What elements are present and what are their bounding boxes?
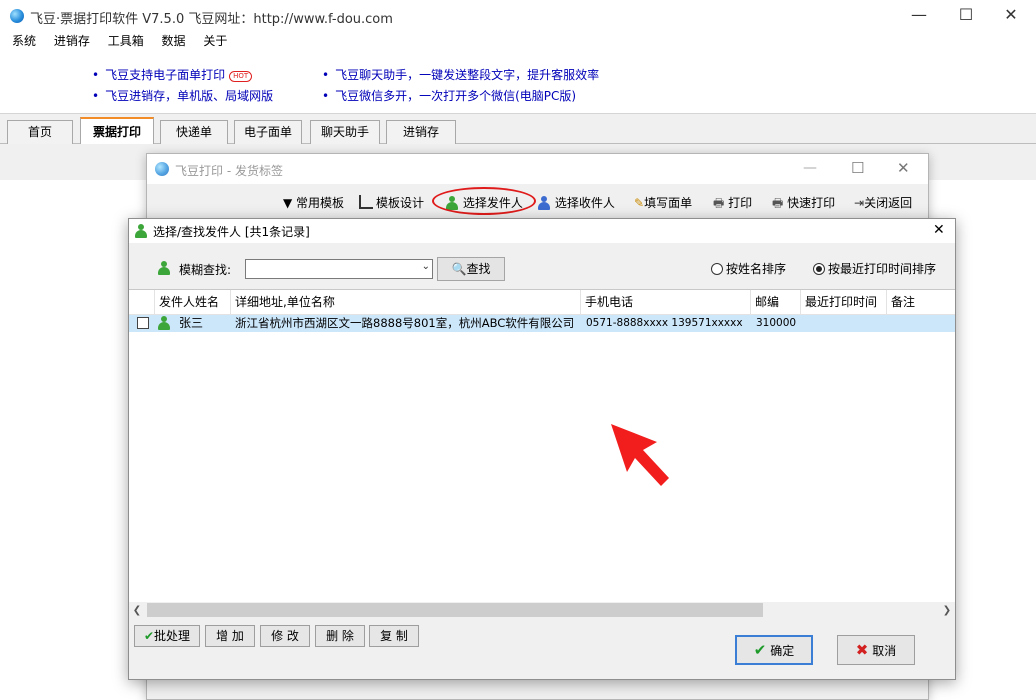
column-header-address[interactable]: 详细地址,单位名称	[231, 290, 581, 315]
main-tab-bar: 首页 票据打印 快递单 电子面单 聊天助手 进销存	[0, 114, 1036, 145]
promo-banner: • 飞豆支持电子面单打印 HOT • 飞豆进销存，单机版、局域网版 • 飞豆聊天助手，一…	[0, 50, 1036, 114]
tab-home[interactable]: 首页	[7, 120, 73, 144]
tab-express[interactable]: 快递单	[160, 120, 228, 144]
caret-down-icon: ▼	[283, 196, 297, 210]
magnifier-icon: 🔍	[451, 262, 467, 276]
add-button[interactable]: 增 加	[205, 625, 255, 647]
column-header-zip[interactable]: 邮编	[751, 290, 801, 315]
label-minimize-button[interactable]: —	[803, 160, 817, 176]
row-checkbox[interactable]	[137, 317, 149, 329]
sender-table: 发件人姓名 详细地址,单位名称 手机电话 邮编 最近打印时间 备注 张三 浙江省…	[129, 289, 955, 619]
sender-person-icon	[157, 316, 171, 330]
select-recipient-button[interactable]: 选择收件人	[537, 194, 615, 211]
dialog-titlebar: 选择/查找发件人 [共1条记录] ✕	[129, 219, 955, 243]
column-header-last-print[interactable]: 最近打印时间	[801, 290, 887, 315]
template-design-button[interactable]: 模板设计	[359, 194, 424, 211]
radio-checked-icon	[813, 263, 825, 275]
menu-toolbox[interactable]: 工具箱	[108, 32, 144, 49]
radio-unchecked-icon	[711, 263, 723, 275]
close-button[interactable]: ✕	[988, 0, 1034, 30]
app-logo-icon	[10, 9, 24, 23]
exit-icon: ⇥	[854, 196, 865, 210]
recipient-person-icon	[537, 196, 551, 210]
print-button[interactable]: 🖶 打印	[713, 194, 752, 215]
search-button[interactable]: 🔍查找	[437, 257, 505, 281]
hot-badge: HOT	[229, 71, 253, 82]
cell-zip: 310000	[756, 317, 797, 329]
promo-link-chat-assistant[interactable]: • 飞豆聊天助手，一键发送整段文字，提升客服效率	[322, 66, 599, 83]
cell-name: 张三	[179, 316, 204, 330]
sort-by-name-radio[interactable]: 按姓名排序	[711, 260, 786, 277]
menu-data[interactable]: 数据	[162, 32, 186, 49]
maximize-button[interactable]: ☐	[943, 0, 989, 30]
sort-by-last-print-radio[interactable]: 按最近打印时间排序	[813, 260, 936, 277]
printer-icon: 🖶	[772, 196, 784, 210]
promo-link-inventory[interactable]: • 飞豆进销存，单机版、局域网版	[92, 87, 273, 104]
menu-system[interactable]: 系统	[12, 32, 36, 49]
cell-address: 浙江省杭州市西湖区文一路8888号801室，杭州ABC软件有限公司	[235, 316, 575, 330]
quick-print-button[interactable]: 🖶 快速打印	[772, 194, 835, 215]
chevron-down-icon[interactable]: ⌄	[422, 261, 430, 272]
sender-person-icon	[134, 224, 148, 238]
batch-button[interactable]: ✔批处理	[134, 625, 200, 647]
scrollbar-thumb[interactable]	[147, 603, 763, 617]
x-icon: ✖	[855, 641, 869, 659]
menu-inventory[interactable]: 进销存	[54, 32, 90, 49]
search-row: 模糊查找: ⌄ 🔍查找 按姓名排序 按最近打印时间排序	[129, 243, 955, 289]
tab-inventory[interactable]: 进销存	[386, 120, 456, 144]
dialog-title: 选择/查找发件人 [共1条记录]	[153, 225, 310, 239]
main-titlebar: 飞豆·票据打印软件 V7.5.0 飞豆网址：http://www.f-dou.c…	[0, 0, 1036, 32]
check-icon: ✔	[143, 629, 155, 643]
copy-button[interactable]: 复 制	[369, 625, 419, 647]
annotation-highlight-oval	[432, 187, 536, 215]
close-return-button[interactable]: ⇥关闭返回	[854, 194, 912, 211]
cell-phone: 0571-8888xxxx 139571xxxxx	[586, 317, 743, 329]
dialog-close-button[interactable]: ✕	[933, 222, 945, 238]
column-header-phone[interactable]: 手机电话	[581, 290, 751, 315]
main-window-title: 飞豆·票据打印软件 V7.5.0 飞豆网址：http://www.f-dou.c…	[30, 12, 393, 27]
promo-link-wechat[interactable]: • 飞豆微信多开，一次打开多个微信(电脑PC版)	[322, 87, 576, 104]
promo-link-eface[interactable]: • 飞豆支持电子面单打印 HOT	[92, 66, 253, 83]
design-icon	[359, 195, 373, 209]
scroll-left-icon[interactable]: ❮	[129, 602, 145, 619]
app-logo-icon	[155, 162, 169, 176]
cancel-button[interactable]: ✖ 取消	[837, 635, 915, 665]
tab-receipt-print[interactable]: 票据打印	[80, 117, 154, 145]
label-close-button[interactable]: ✕	[897, 159, 910, 177]
column-header-name[interactable]: 发件人姓名	[155, 290, 231, 315]
ok-button[interactable]: ✔ 确定	[735, 635, 813, 665]
menu-about[interactable]: 关于	[203, 32, 227, 49]
select-sender-dialog: 选择/查找发件人 [共1条记录] ✕ 模糊查找: ⌄ 🔍查找 按姓名排序 按最近…	[128, 218, 956, 680]
minimize-button[interactable]: —	[896, 0, 942, 30]
label-window-titlebar: 飞豆打印 - 发货标签 — ☐ ✕	[147, 154, 928, 184]
annotation-arrow-icon	[611, 424, 669, 486]
table-row[interactable]: 张三 浙江省杭州市西湖区文一路8888号801室，杭州ABC软件有限公司 057…	[129, 315, 955, 332]
delete-button[interactable]: 删 除	[315, 625, 365, 647]
search-label: 模糊查找:	[179, 263, 232, 277]
edit-button[interactable]: 修 改	[260, 625, 310, 647]
fill-waybill-button[interactable]: ✎填写面单	[634, 194, 692, 211]
search-combobox[interactable]: ⌄	[245, 259, 433, 279]
column-header-select	[129, 290, 155, 315]
search-person-icon	[157, 261, 171, 275]
printer-icon: 🖶	[713, 196, 725, 210]
column-header-note[interactable]: 备注	[887, 290, 955, 315]
label-toolbar: ▼ 常用模板 模板设计 选择发件人 选择收件人 ✎填写面单 🖶 打印 🖶 快速打…	[147, 184, 928, 218]
label-maximize-button[interactable]: ☐	[851, 159, 864, 177]
scroll-right-icon[interactable]: ❯	[939, 602, 955, 619]
tab-e-waybill[interactable]: 电子面单	[234, 120, 302, 144]
pencil-icon: ✎	[634, 196, 645, 210]
common-templates-dropdown[interactable]: ▼ 常用模板	[283, 194, 344, 211]
horizontal-scrollbar[interactable]: ❮ ❯	[129, 602, 955, 619]
check-icon: ✔	[753, 641, 767, 659]
tab-chat-assistant[interactable]: 聊天助手	[310, 120, 380, 144]
label-window-title: 飞豆打印 - 发货标签	[175, 164, 283, 178]
menu-bar: 系统 进销存 工具箱 数据 关于	[0, 32, 1036, 50]
